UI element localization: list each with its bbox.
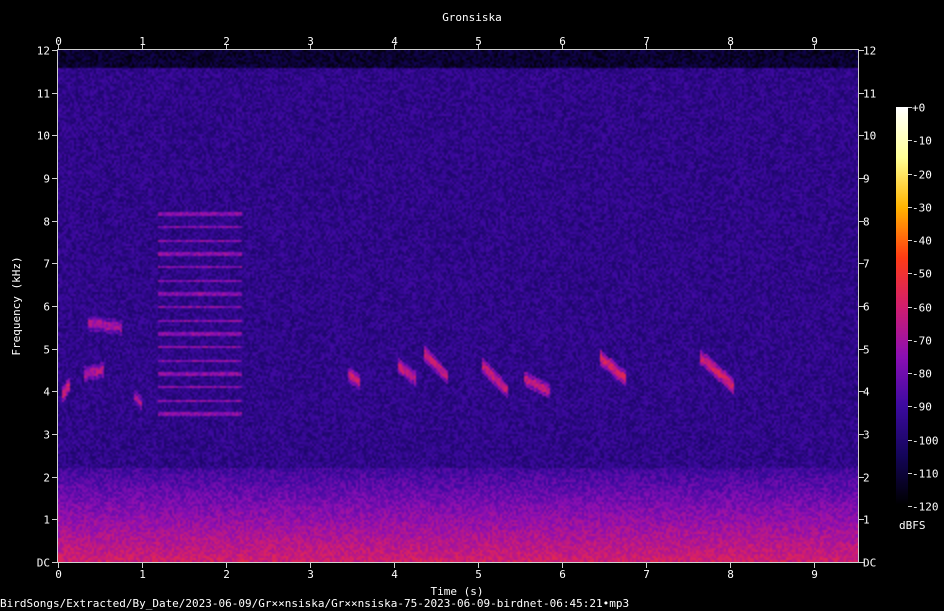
- spectrogram-image: [58, 50, 858, 562]
- y-tick-label-left: 8: [43, 216, 50, 229]
- y-tick-label-right: 7: [863, 258, 870, 271]
- colorbar-tick-label: -20: [912, 169, 932, 182]
- colorbar-tick-label: -100: [912, 435, 939, 448]
- x-tick-label-bottom: 2: [223, 568, 230, 581]
- y-tick-label-right: 1: [863, 514, 870, 527]
- y-tick-label-left: 5: [43, 344, 50, 357]
- colorbar-tick-label: -40: [912, 235, 932, 248]
- y-tick-label-right: 8: [863, 216, 870, 229]
- x-tick-label-bottom: 9: [811, 568, 818, 581]
- x-tick-label-top: 6: [559, 35, 566, 48]
- colorbar-ticks: +0 -10 -20 -30 -40 -50 -60 -70 -80 -90 -100 -110 -12…: [908, 102, 939, 514]
- x-tick-label-top: 7: [643, 35, 650, 48]
- x-tick-label-top: 0: [55, 35, 62, 48]
- x-tick-label-top: 9: [811, 35, 818, 48]
- y-tick-label-left: 2: [43, 472, 50, 485]
- y-tick-label-left: 10: [37, 130, 50, 143]
- x-axis-label: Time (s): [431, 585, 484, 597]
- colorbar-tick-label: -10: [912, 135, 932, 148]
- plot-area: [57, 49, 859, 563]
- y-tick-label-right: 4: [863, 386, 870, 399]
- x-tick-label-bottom: 8: [727, 568, 734, 581]
- x-tick-label-bottom: 0: [55, 568, 62, 581]
- file-path: BirdSongs/Extracted/By_Date/2023-06-09/G…: [0, 597, 630, 610]
- x-tick-label-top: 3: [307, 35, 314, 48]
- colorbar: +0 -10 -20 -30 -40 -50 -60 -70 -80 -90 -100 -110 -12…: [896, 102, 939, 532]
- colorbar-tick-label: -80: [912, 368, 932, 381]
- y-tick-label-right: 10: [863, 130, 876, 143]
- y-tick-label-left: 6: [43, 301, 50, 314]
- y-tick-label-right: 3: [863, 429, 870, 442]
- colorbar-tick-label: -90: [912, 401, 932, 414]
- x-tick-label-top: 5: [475, 35, 482, 48]
- x-tick-label-top: 4: [391, 35, 398, 48]
- y-tick-label-right: 5: [863, 344, 870, 357]
- x-tick-label-bottom: 1: [139, 568, 146, 581]
- y-tick-label-right: 2: [863, 472, 870, 485]
- x-tick-label-bottom: 6: [559, 568, 566, 581]
- colorbar-tick-label: -70: [912, 335, 932, 348]
- y-tick-label-right: DC: [863, 557, 876, 570]
- y-tick-label-left: 11: [37, 88, 50, 101]
- spectrogram-chart: Gronsiska 00112233445566778899DC DC1 12 23 3…: [10, 11, 939, 597]
- y-tick-label-left: 3: [43, 429, 50, 442]
- chart-title: Gronsiska: [442, 11, 502, 24]
- colorbar-tick-label: -60: [912, 302, 932, 315]
- y-tick-label-left: 12: [37, 45, 50, 58]
- colorbar-tick-label: +0: [912, 102, 925, 115]
- x-tick-label-top: 1: [139, 35, 146, 48]
- x-tick-label-top: 2: [223, 35, 230, 48]
- y-tick-label-right: 11: [863, 88, 876, 101]
- x-tick-label-top: 8: [727, 35, 734, 48]
- x-tick-label-bottom: 5: [475, 568, 482, 581]
- y-tick-label-left: DC: [37, 557, 50, 570]
- colorbar-gradient: [896, 107, 908, 506]
- x-tick-label-bottom: 4: [391, 568, 398, 581]
- y-tick-label-right: 12: [863, 45, 876, 58]
- y-tick-label-left: 9: [43, 173, 50, 186]
- colorbar-label: dBFS: [899, 519, 926, 532]
- colorbar-tick-label: -30: [912, 202, 932, 215]
- colorbar-tick-label: -110: [912, 468, 939, 481]
- y-tick-label-left: 7: [43, 258, 50, 271]
- colorbar-tick-label: -50: [912, 268, 932, 281]
- colorbar-tick-label: -120: [912, 501, 939, 514]
- y-axis-label: Frequency (kHz): [10, 256, 23, 355]
- y-tick-label-right: 6: [863, 301, 870, 314]
- x-tick-label-bottom: 7: [643, 568, 650, 581]
- y-tick-label-right: 9: [863, 173, 870, 186]
- x-tick-label-bottom: 3: [307, 568, 314, 581]
- y-tick-label-left: 4: [43, 386, 50, 399]
- y-tick-label-left: 1: [43, 514, 50, 527]
